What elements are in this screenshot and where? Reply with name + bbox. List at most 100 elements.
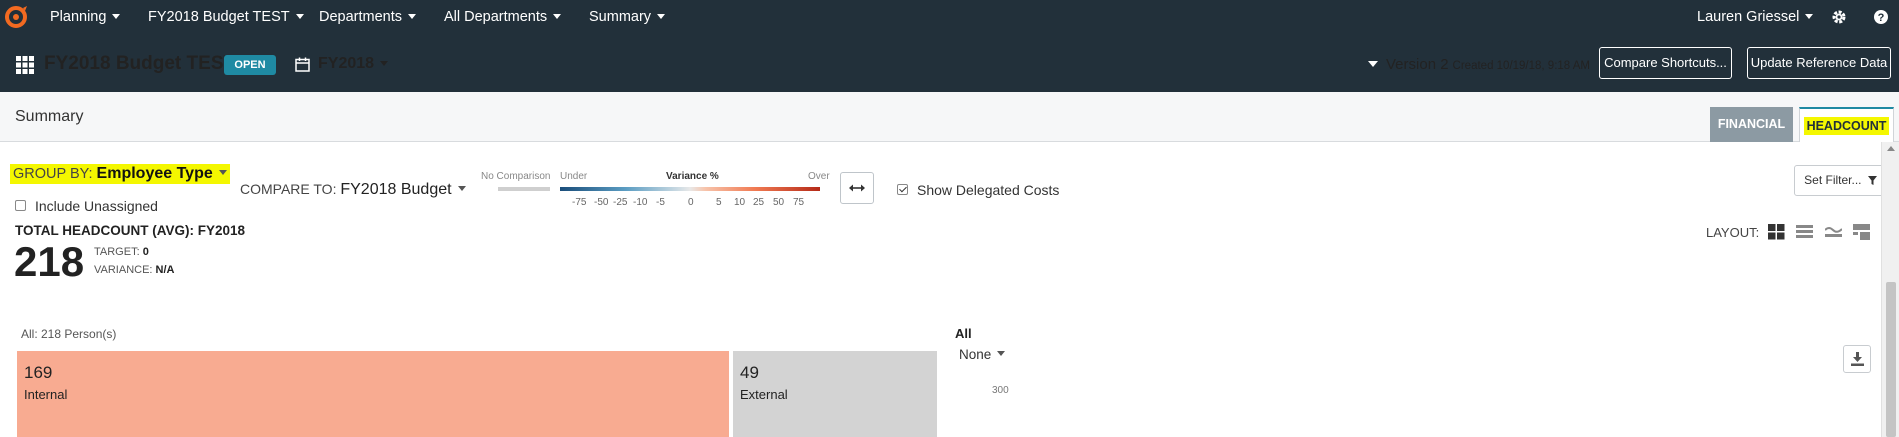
treemap-block-internal[interactable]: 169 Internal [17,351,729,437]
group-by-label: GROUP BY: [13,166,93,182]
legend-tick: 75 [793,197,805,208]
chart-panel-title: All [955,326,972,341]
calendar-icon [295,57,310,72]
chart-axis-tick: 300 [992,385,1009,396]
group-by-dropdown[interactable]: GROUP BY: Employee Type [10,164,230,184]
grid-apps-icon[interactable] [16,56,34,74]
nav-summary-menu[interactable]: Summary [589,9,666,25]
target-label: TARGET: [94,246,140,258]
set-filter-label: Set Filter... [1804,173,1862,187]
legend-no-comparison: No Comparison [481,171,551,182]
compare-to-dropdown[interactable]: COMPARE TO: FY2018 Budget [240,181,466,199]
show-delegated-costs-label: Show Delegated Costs [917,182,1060,198]
nav-departments-menu[interactable]: Departments [319,9,417,25]
legend-tick: 50 [773,197,785,208]
scrollbar-thumb[interactable] [1886,282,1896,437]
chevron-down-icon [657,14,666,19]
legend-tick: -50 [594,197,609,208]
compare-to-value: FY2018 Budget [340,181,452,198]
target-value: 0 [142,246,149,258]
treemap-block-value: 169 [24,363,53,382]
legend-variance-gradient [560,187,820,191]
layout-tiles-icon[interactable] [1768,223,1785,240]
chart-series-value: None [959,347,992,362]
legend-tick: -5 [656,197,665,208]
version-dropdown[interactable]: Version 2 Created 10/19/18, 9:18 AM [1368,56,1590,73]
legend-tick: -10 [633,197,648,208]
top-navigation-bar: Planning FY2018 Budget TEST Departments … [0,0,1899,35]
chevron-down-icon [380,61,389,66]
chevron-down-icon [1805,14,1814,19]
svg-text:?: ? [1878,12,1885,24]
show-delegated-costs-checkbox[interactable] [897,184,908,195]
treemap-block-external[interactable]: 49 External [733,351,937,437]
layout-detail-icon[interactable] [1853,223,1870,240]
total-headcount-value: 218 [14,238,85,285]
download-button[interactable] [1843,345,1871,373]
help-icon[interactable]: ? [1872,8,1890,26]
nav-summary-label: Summary [589,9,652,25]
nav-budget-label: FY2018 Budget TEST [148,9,290,25]
variance-label: VARIANCE: [94,264,153,276]
legend-tick: 10 [734,197,746,208]
treemap-block-label: Internal [24,387,68,402]
download-icon [1851,352,1864,366]
set-filter-button[interactable]: Set Filter... [1794,165,1887,196]
user-name: Lauren Griessel [1697,9,1800,25]
target-row: TARGET: 0 [94,246,149,258]
nav-all-departments-label: All Departments [444,9,548,25]
legend-no-comparison-bar [498,187,550,191]
version-label: Version 2 [1386,56,1449,73]
chevron-down-icon [997,351,1006,356]
version-created-date: Created 10/19/18, 9:18 AM [1452,60,1591,72]
treemap-block-value: 49 [740,363,759,382]
group-by-value: Employee Type [96,165,213,182]
page-title: FY2018 Budget TEST [44,53,236,74]
nav-all-departments-menu[interactable]: All Departments [444,9,562,25]
legend-tick: 0 [688,197,694,208]
fiscal-year-dropdown[interactable]: FY2018 [318,55,389,73]
variance-row: VARIANCE: N/A [94,264,175,276]
tab-headcount[interactable]: HEADCOUNT [1799,107,1894,142]
layout-list-icon[interactable] [1796,223,1813,240]
compare-shortcuts-button[interactable]: Compare Shortcuts... [1599,47,1732,79]
nav-planning-menu[interactable]: Planning [50,9,121,25]
treemap-block-label: External [740,387,788,402]
scroll-up-arrow-icon[interactable] [1887,146,1895,151]
status-badge: OPEN [224,55,276,75]
treemap-caption: All: 218 Person(s) [21,327,117,341]
legend-tick: 5 [716,197,722,208]
layout-chart-icon[interactable] [1825,223,1842,240]
chevron-down-icon [408,14,417,19]
legend-over: Over [808,171,830,182]
chevron-down-icon [218,170,227,175]
include-unassigned-checkbox[interactable] [15,200,26,211]
chevron-down-icon [295,14,304,19]
legend-tick: 25 [753,197,765,208]
fiscal-year-label: FY2018 [318,55,375,72]
update-reference-data-button[interactable]: Update Reference Data [1747,47,1891,79]
user-menu[interactable]: Lauren Griessel [1697,9,1814,25]
layout-label: LAYOUT: [1706,225,1760,240]
vertical-scrollbar[interactable] [1881,142,1899,437]
nav-departments-label: Departments [319,9,403,25]
swap-comparison-button[interactable] [840,172,874,204]
legend-tick: -25 [613,197,628,208]
legend-under: Under [560,171,588,182]
chevron-down-icon [553,14,562,19]
filter-icon [1867,176,1877,185]
summary-header [0,92,1899,142]
legend-tick: -75 [572,197,587,208]
nav-planning-label: Planning [50,9,107,25]
gear-icon[interactable] [1830,8,1848,26]
chart-series-dropdown[interactable]: None [959,347,1006,362]
nav-budget-menu[interactable]: FY2018 Budget TEST [148,9,304,25]
chevron-down-icon [112,14,121,19]
swap-arrows-icon [849,184,865,192]
chevron-down-icon [1368,61,1378,67]
tab-headcount-label: HEADCOUNT [1803,117,1890,135]
chevron-down-icon [457,186,466,191]
app-logo-icon[interactable] [3,4,29,30]
include-unassigned-label: Include Unassigned [35,198,158,214]
tab-financial[interactable]: FINANCIAL [1710,107,1793,142]
